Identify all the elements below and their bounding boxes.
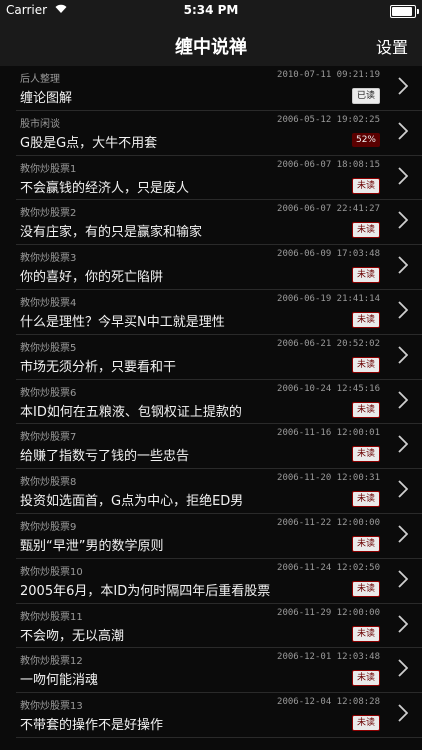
article-list[interactable]: 后人整理 2010-07-11 09:21:19 缠论图解 已读股市闲谈 2006-05…	[0, 66, 422, 750]
item-date: 2006-12-01 12:03:48	[277, 652, 380, 663]
item-title: G股是G点，大牛不用套	[20, 135, 158, 151]
item-category: 教你炒股票3	[20, 253, 77, 265]
item-category: 教你炒股票5	[20, 342, 77, 354]
item-date: 2006-10-24 12:45:16	[277, 383, 380, 394]
item-date: 2006-06-21 20:52:02	[277, 338, 380, 349]
chevron-right-icon	[398, 210, 409, 235]
row-divider	[16, 736, 422, 738]
list-item[interactable]: 股市闲谈 2006-05-12 19:02:25 G股是G点，大牛不用套 52%	[16, 111, 422, 156]
status-badge: 未读	[351, 715, 380, 732]
chevron-right-icon	[398, 300, 409, 325]
item-category: 教你炒股票2	[20, 208, 77, 220]
list-item[interactable]: 教你炒股票12 2006-12-01 12:03:48 一吻何能消魂 未读	[16, 648, 422, 694]
chevron-right-icon	[398, 658, 409, 683]
chevron-right-icon	[398, 434, 409, 459]
item-title: 不会赢钱的经济人，只是废人	[20, 180, 190, 196]
settings-button[interactable]: 设置	[376, 34, 408, 58]
status-time: 5:34 PM	[183, 3, 239, 17]
status-badge: 未读	[351, 222, 380, 239]
item-date: 2006-11-20 12:00:31	[277, 473, 380, 484]
item-date: 2010-07-11 09:21:19	[277, 70, 380, 80]
item-title: 不带套的操作不是好操作	[20, 718, 164, 734]
list-item[interactable]: 教你炒股票4 2006-06-19 21:41:14 什么是理性？今早买N中工就是理…	[16, 290, 422, 335]
status-badge: 未读	[351, 536, 380, 552]
chevron-right-icon	[398, 569, 409, 594]
status-badge: 未读	[351, 625, 380, 642]
status-badge: 未读	[351, 312, 380, 328]
list-item[interactable]: 教你炒股票6 2006-10-24 12:45:16 本ID如何在五粮液、包钢权证上…	[16, 380, 422, 425]
item-date: 2006-11-29 12:00:00	[277, 607, 380, 618]
item-title: 市场无须分析，只要看和干	[20, 359, 177, 375]
list-item[interactable]: 教你炒股票1 2006-06-07 18:08:15 不会赢钱的经济人，只是废人 未读	[16, 156, 422, 201]
item-date: 2006-06-07 18:08:15	[277, 159, 380, 170]
list-item[interactable]: 教你炒股票5 2006-06-21 20:52:02 市场无须分析，只要看和干 未读	[16, 335, 422, 380]
item-title: 缠论图解	[20, 91, 73, 106]
list-item[interactable]: 教你炒股票3 2006-06-09 17:03:48 你的喜好，你的死亡陷阱 未读	[16, 245, 422, 290]
item-date: 2006-11-22 12:00:00	[277, 518, 380, 528]
chevron-right-icon	[398, 390, 409, 415]
list-item[interactable]: 教你炒股票2 2006-06-07 22:41:27 没有庄家，有的只是赢家和输家 未…	[16, 200, 422, 246]
chevron-right-icon	[398, 76, 409, 101]
status-badge: 未读	[351, 267, 380, 284]
item-title: 本ID如何在五粮液、包钢权证上提款的	[20, 404, 242, 420]
item-date: 2006-11-16 12:00:01	[277, 428, 380, 439]
item-category: 教你炒股票9	[20, 522, 77, 533]
item-category: 教你炒股票8	[20, 477, 77, 489]
item-category: 教你炒股票12	[20, 656, 83, 668]
status-badge: 未读	[351, 446, 380, 463]
item-date: 2006-06-09 17:03:48	[277, 249, 380, 260]
chevron-right-icon	[398, 255, 409, 280]
status-badge: 未读	[351, 580, 380, 597]
item-category: 教你炒股票7	[20, 432, 77, 444]
item-category: 教你炒股票13	[20, 701, 83, 713]
battery-icon	[390, 5, 419, 18]
chevron-right-icon	[398, 121, 409, 146]
chevron-right-icon	[398, 479, 409, 504]
item-title: 甄别“早泄”男的数学原则	[20, 539, 164, 554]
item-category: 教你炒股票11	[20, 611, 83, 623]
item-category: 教你炒股票4	[20, 298, 77, 309]
item-category: 后人整理	[20, 74, 60, 85]
item-title: 2005年6月，本ID为何时隔四年后重看股票	[20, 583, 271, 599]
item-category: 教你炒股票10	[20, 566, 83, 578]
status-badge: 未读	[351, 177, 380, 194]
item-title: 一吻何能消魂	[20, 673, 99, 689]
item-title: 你的喜好，你的死亡陷阱	[20, 270, 164, 286]
item-date: 2006-06-07 22:41:27	[277, 204, 380, 215]
status-bar: Carrier 5:34 PM	[0, 0, 422, 22]
item-date: 2006-12-04 12:08:28	[277, 697, 380, 708]
item-date: 2006-11-24 12:02:50	[277, 562, 380, 573]
status-badge: 未读	[351, 670, 380, 687]
chevron-right-icon	[398, 703, 409, 728]
chevron-right-icon	[398, 345, 409, 370]
list-item[interactable]: 后人整理 2010-07-11 09:21:19 缠论图解 已读	[16, 66, 422, 111]
page-title: 缠中说禅	[175, 37, 247, 58]
status-badge: 未读	[351, 491, 380, 508]
status-badge: 未读	[351, 356, 380, 373]
chevron-right-icon	[398, 166, 409, 191]
chevron-right-icon	[398, 614, 409, 639]
item-category: 教你炒股票1	[20, 163, 77, 175]
list-item[interactable]: 教你炒股票7 2006-11-16 12:00:01 给赚了指数亏了钱的一些忠告 未读	[16, 424, 422, 470]
item-title: 没有庄家，有的只是赢家和输家	[20, 225, 203, 241]
item-date: 2006-05-12 19:02:25	[277, 114, 380, 125]
list-item[interactable]: 教你炒股票10 2006-11-24 12:02:50 2005年6月，本ID为何时…	[16, 559, 422, 604]
list-item[interactable]: 教你炒股票13 2006-12-04 12:08:28 不带套的操作不是好操作 未读	[16, 693, 422, 738]
item-date: 2006-06-19 21:41:14	[277, 294, 380, 304]
list-item[interactable]: 教你炒股票11 2006-11-29 12:00:00 不会吻，无以高潮 未读	[16, 604, 422, 649]
navigation-bar: 缠中说禅 设置	[0, 22, 422, 66]
chevron-right-icon	[398, 524, 409, 549]
item-category: 股市闲谈	[20, 118, 60, 130]
item-title: 什么是理性？今早买N中工就是理性	[20, 315, 225, 330]
list-item[interactable]: 教你炒股票8 2006-11-20 12:00:31 投资如选面首，G点为中心，拒绝…	[16, 469, 422, 514]
list-item[interactable]: 教你炒股票9 2006-11-22 12:00:00 甄别“早泄”男的数学原则 未读	[16, 514, 422, 559]
item-title: 投资如选面首，G点为中心，拒绝ED男	[20, 494, 244, 510]
status-badge: 52%	[351, 132, 380, 147]
status-badge: 已读	[351, 88, 380, 104]
item-title: 给赚了指数亏了钱的一些忠告	[20, 449, 190, 465]
item-category: 教你炒股票6	[20, 387, 77, 399]
item-title: 不会吻，无以高潮	[20, 628, 125, 644]
status-badge: 未读	[351, 401, 380, 418]
